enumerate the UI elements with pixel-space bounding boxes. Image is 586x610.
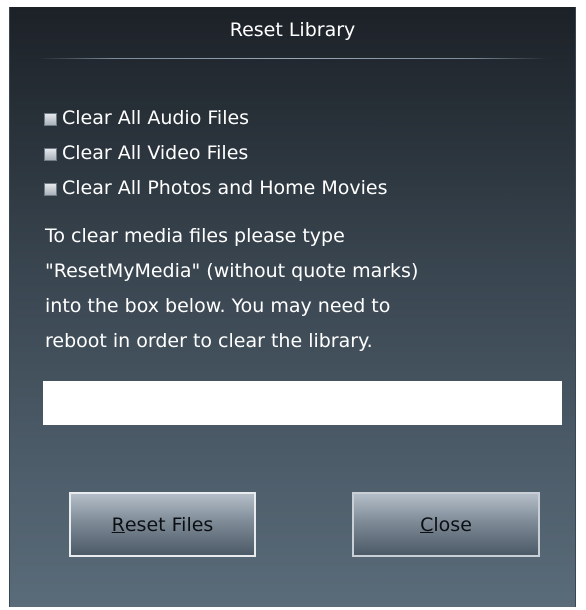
checkbox-unchecked-icon[interactable] — [44, 182, 57, 196]
option-label-audio: Clear All Audio Files — [62, 107, 250, 129]
option-label-photos: Clear All Photos and Home Movies — [62, 177, 388, 199]
instructions-line: reboot in order to clear the library. — [45, 330, 373, 352]
reset-files-label: eset Files — [124, 513, 214, 536]
instructions-line: To clear media files please type — [45, 225, 345, 247]
checkbox-unchecked-icon[interactable] — [44, 112, 57, 126]
option-clear-audio[interactable]: Clear All Audio Files — [44, 105, 249, 131]
option-clear-video[interactable]: Clear All Video Files — [44, 140, 248, 166]
dialog-title: Reset Library — [229, 19, 356, 41]
instructions-text: To clear media files please type "ResetM… — [45, 219, 555, 359]
instructions-line: "ResetMyMedia" (without quote marks) — [45, 260, 419, 282]
reset-files-mnemonic: R — [111, 513, 125, 536]
option-label-video: Clear All Video Files — [62, 142, 249, 164]
close-button[interactable]: Close — [352, 492, 540, 557]
checkbox-unchecked-icon[interactable] — [44, 147, 57, 161]
close-label: lose — [433, 513, 472, 536]
confirmation-input[interactable] — [43, 381, 562, 425]
instructions-line: into the box below. You may need to — [45, 295, 391, 317]
reset-files-button[interactable]: Reset Files — [69, 492, 256, 557]
close-mnemonic: C — [420, 513, 434, 536]
option-clear-photos[interactable]: Clear All Photos and Home Movies — [44, 175, 388, 201]
reset-library-dialog: Reset Library Clear All Audio Files Clea… — [9, 7, 576, 607]
title-divider — [38, 58, 548, 59]
